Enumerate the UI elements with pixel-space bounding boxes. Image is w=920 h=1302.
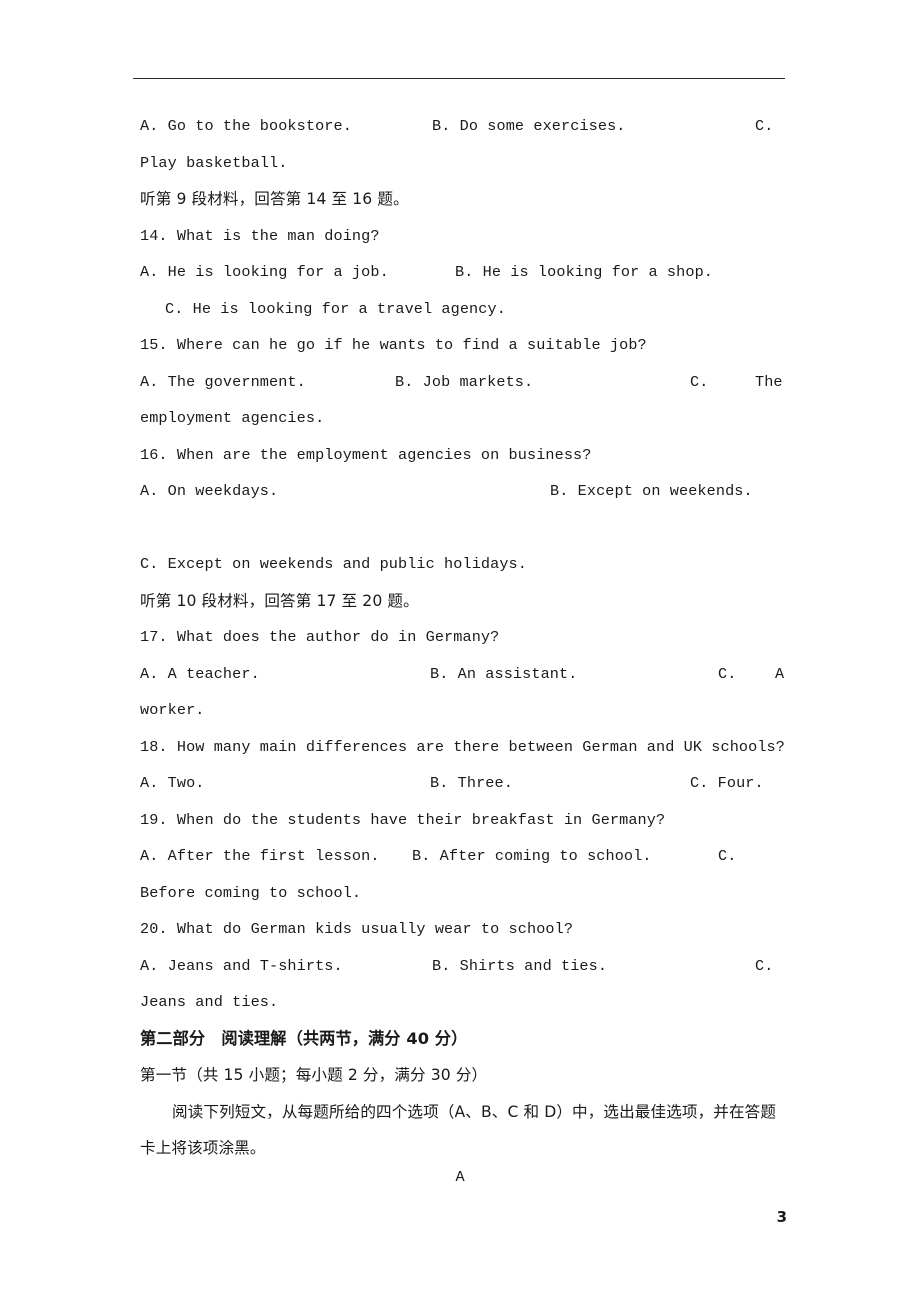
question-18-option-b: B. Three. (430, 774, 513, 792)
question-20-option-c-continuation: Jeans and ties. (140, 984, 788, 1021)
question-18-stem: 18. How many main differences are there … (140, 729, 788, 766)
question-20-options-row: A. Jeans and T-shirts. B. Shirts and tie… (140, 948, 788, 985)
question-14-option-b: B. He is looking for a shop. (455, 263, 713, 281)
question-16-stem: 16. When are the employment agencies on … (140, 437, 788, 474)
question-14-stem: 14. What is the man doing? (140, 218, 788, 255)
reading-part-heading-text: 第二部分 阅读理解（共两节，满分 40 分） (140, 1028, 468, 1048)
q13-option-c-rest: Play basketball. (140, 153, 288, 172)
question-14-option-c-row: C. He is looking for a travel agency. (140, 291, 788, 328)
question-17-stem: 17. What does the author do in Germany? (140, 619, 788, 656)
question-15-option-c-label: C. (690, 372, 709, 391)
question-17-option-c-label: C. (718, 664, 737, 683)
question-18-stem-text: 18. How many main differences are there … (140, 737, 785, 756)
question-17-option-c-continuation: worker. (140, 692, 788, 729)
question-14-stem-text: 14. What is the man doing? (140, 226, 380, 245)
passage-label-a: A (455, 1168, 465, 1186)
q13-option-c-label: C. (755, 117, 774, 135)
question-15-options-row: A. The government. B. Job markets. C. Th… (140, 364, 788, 401)
question-16-options-row: A. On weekdays. B. Except on weekends. (140, 473, 788, 510)
question-19-option-c-continuation: Before coming to school. (140, 875, 788, 912)
question-17-option-c-head: A (775, 664, 785, 683)
question-15-option-c-head: The (755, 372, 783, 391)
reading-instruction-line-2: 卡上将该项涂黑。 (140, 1130, 788, 1167)
question-17-option-b: B. An assistant. (430, 664, 578, 683)
q13-options-row: A. Go to the bookstore. B. Do some exerc… (140, 108, 788, 145)
question-16-option-b: B. Except on weekends. (550, 482, 753, 500)
page-number: 3 (776, 1208, 787, 1226)
exam-page: A. Go to the bookstore. B. Do some exerc… (0, 0, 920, 1302)
question-20-stem: 20. What do German kids usually wear to … (140, 911, 788, 948)
question-16-stem-text: 16. When are the employment agencies on … (140, 445, 592, 464)
question-15-option-a: A. The government. (140, 372, 306, 391)
question-16-option-c: C. Except on weekends and public holiday… (140, 555, 527, 573)
question-19-options-row: A. After the first lesson. B. After comi… (140, 838, 788, 875)
q13-option-a: A. Go to the bookstore. (140, 117, 352, 135)
question-16-option-c-row: C. Except on weekends and public holiday… (140, 546, 788, 583)
reading-part-heading: 第二部分 阅读理解（共两节，满分 40 分） (140, 1021, 788, 1058)
reading-instruction-text-2: 卡上将该项涂黑。 (140, 1139, 266, 1157)
q13-option-b: B. Do some exercises. (432, 117, 626, 135)
question-18-option-a: A. Two. (140, 774, 205, 792)
question-16-option-a: A. On weekdays. (140, 482, 279, 500)
listening-directive-9-text: 听第 9 段材料，回答第 14 至 16 题。 (140, 190, 409, 208)
listening-directive-9: 听第 9 段材料，回答第 14 至 16 题。 (140, 181, 788, 218)
question-15-stem-text: 15. Where can he go if he wants to find … (140, 336, 647, 354)
reading-instruction-text-1: 阅读下列短文，从每题所给的四个选项（A、B、C 和 D）中，选出最佳选项，并在答… (172, 1102, 777, 1121)
question-20-option-b: B. Shirts and ties. (432, 956, 608, 975)
question-20-option-c-rest: Jeans and ties. (140, 993, 279, 1011)
listening-directive-10-text: 听第 10 段材料，回答第 17 至 20 题。 (140, 591, 419, 610)
reading-section-heading: 第一节（共 15 小题；每小题 2 分，满分 30 分） (140, 1057, 788, 1094)
question-20-option-c-label: C. (755, 956, 774, 975)
question-17-stem-text: 17. What does the author do in Germany? (140, 628, 500, 646)
question-17-options-row: A. A teacher. B. An assistant. C. A (140, 656, 788, 693)
question-19-stem-text: 19. When do the students have their brea… (140, 810, 666, 829)
question-19-option-b: B. After coming to school. (412, 847, 652, 865)
question-14-option-c: C. He is looking for a travel agency. (165, 299, 506, 318)
header-divider (133, 78, 785, 79)
question-15-stem: 15. Where can he go if he wants to find … (140, 327, 788, 364)
page-content: A. Go to the bookstore. B. Do some exerc… (140, 108, 788, 1167)
question-20-stem-text: 20. What do German kids usually wear to … (140, 920, 574, 938)
question-19-option-a: A. After the first lesson. (140, 847, 380, 865)
listening-directive-10: 听第 10 段材料，回答第 17 至 20 题。 (140, 583, 788, 620)
q13-option-c-continuation: Play basketball. (140, 145, 788, 182)
question-15-option-c-continuation: employment agencies. (140, 400, 788, 437)
question-14-option-a: A. He is looking for a job. (140, 263, 389, 281)
question-19-stem: 19. When do the students have their brea… (140, 802, 788, 839)
question-17-option-c-rest: worker. (140, 701, 205, 719)
question-18-option-c: C. Four. (690, 774, 764, 792)
question-14-options-row: A. He is looking for a job. B. He is loo… (140, 254, 788, 291)
question-20-option-a: A. Jeans and T-shirts. (140, 956, 343, 975)
question-17-option-a: A. A teacher. (140, 664, 260, 683)
question-19-option-c-rest: Before coming to school. (140, 883, 362, 902)
question-19-option-c-label: C. (718, 847, 737, 865)
reading-section-heading-text: 第一节（共 15 小题；每小题 2 分，满分 30 分） (140, 1066, 488, 1084)
question-15-option-b: B. Job markets. (395, 372, 534, 391)
question-18-options-row: A. Two. B. Three. C. Four. (140, 765, 788, 802)
question-15-option-c-rest: employment agencies. (140, 409, 325, 427)
reading-instruction-line-1: 阅读下列短文，从每题所给的四个选项（A、B、C 和 D）中，选出最佳选项，并在答… (140, 1094, 788, 1131)
